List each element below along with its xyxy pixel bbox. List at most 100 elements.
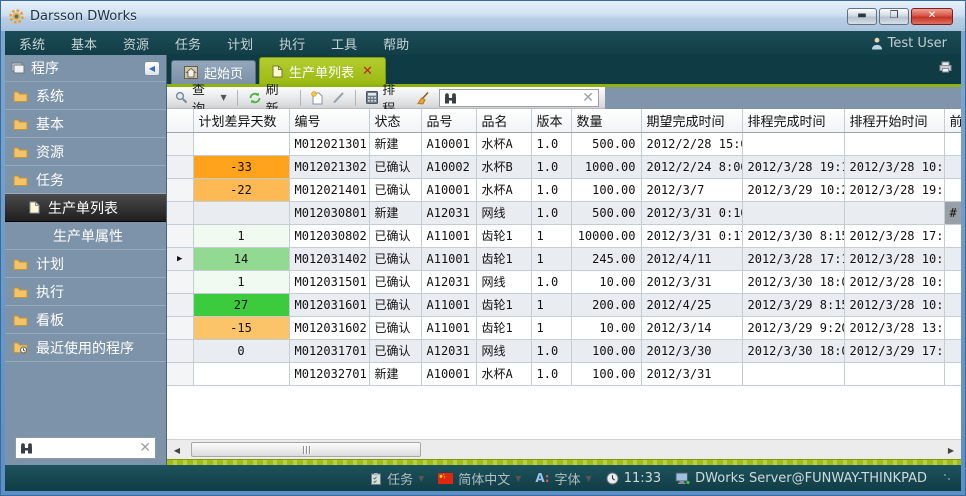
sidebar-search-box: ✕ bbox=[15, 437, 156, 459]
chevron-down-icon: ▼ bbox=[220, 93, 226, 102]
col-version[interactable]: 版本 bbox=[531, 109, 571, 132]
tab-close-icon[interactable]: ✕ bbox=[362, 64, 373, 79]
toolbar-divider bbox=[355, 90, 356, 106]
status-bar: 任务 ▼ 简体中文 ▼ A: 字体 ▼ 11:33 DWorks Server@… bbox=[5, 465, 961, 491]
new-button[interactable] bbox=[309, 91, 325, 105]
sidebar-item-kanban[interactable]: 看板 bbox=[5, 306, 166, 334]
status-server[interactable]: DWorks Server@FUNWAY-THINKPAD bbox=[675, 471, 927, 486]
col-sched-end-time[interactable]: 排程完成时间 bbox=[742, 109, 844, 132]
horizontal-scrollbar[interactable]: ◀ ▶ bbox=[167, 439, 961, 459]
menu-resource[interactable]: 资源 bbox=[123, 34, 149, 53]
toolbar-search-clear-icon[interactable]: ✕ bbox=[582, 91, 594, 105]
folder-icon bbox=[13, 146, 28, 158]
sidebar-item-resource[interactable]: 资源 bbox=[5, 138, 166, 166]
menu-task[interactable]: 任务 bbox=[175, 34, 201, 53]
scroll-right-icon[interactable]: ▶ bbox=[943, 442, 959, 458]
refresh-icon bbox=[248, 91, 262, 105]
printer-icon[interactable] bbox=[938, 61, 953, 73]
font-icon: A: bbox=[535, 471, 549, 485]
table-row-current[interactable]: ▶ 14 M012031402 已确认 A11001 齿轮1 1 245.00 … bbox=[167, 247, 961, 270]
folder-icon bbox=[13, 90, 28, 102]
folder-clock-icon bbox=[13, 341, 28, 354]
edit-button[interactable] bbox=[330, 91, 347, 104]
scroll-left-icon[interactable]: ◀ bbox=[169, 442, 185, 458]
sidebar-item-system[interactable]: 系统 bbox=[5, 82, 166, 110]
tab-production-order-list[interactable]: 生产单列表 ✕ bbox=[259, 57, 386, 84]
sidebar-item-production-order-list[interactable]: 生产单列表 bbox=[5, 194, 166, 222]
program-icon bbox=[11, 62, 25, 74]
sidebar-search-input[interactable] bbox=[37, 441, 135, 455]
restore-button[interactable]: ❐ bbox=[879, 8, 909, 25]
user-area[interactable]: Test User bbox=[871, 36, 947, 51]
status-font-menu[interactable]: A: 字体 ▼ bbox=[535, 469, 591, 488]
col-status[interactable]: 状态 bbox=[369, 109, 421, 132]
menu-plan[interactable]: 计划 bbox=[227, 34, 253, 53]
toolbar-divider bbox=[300, 90, 301, 106]
toolbar-search-input[interactable] bbox=[461, 91, 578, 105]
col-due-time[interactable]: 期望完成时间 bbox=[641, 109, 742, 132]
minimize-button[interactable]: ▬ bbox=[847, 8, 877, 25]
sidebar-item-production-order-props[interactable]: 生产单属性 bbox=[5, 222, 166, 250]
sidebar-search-clear-icon[interactable]: ✕ bbox=[139, 441, 151, 455]
col-clipped[interactable]: 前 bbox=[944, 109, 961, 132]
tab-home[interactable]: 起始页 bbox=[171, 60, 256, 84]
row-indicator-header bbox=[167, 109, 193, 132]
menu-execute[interactable]: 执行 bbox=[279, 34, 305, 53]
col-sched-start-time[interactable]: 排程开始时间 bbox=[844, 109, 944, 132]
clock-icon bbox=[606, 472, 619, 485]
sidebar: 程序 ◀ 系统 基本 资源 任务 生产单列表 bbox=[5, 55, 167, 465]
menu-bar: 系统 基本 资源 任务 计划 执行 工具 帮助 Test User bbox=[5, 31, 961, 55]
menu-help[interactable]: 帮助 bbox=[383, 34, 409, 53]
menu-system[interactable]: 系统 bbox=[19, 34, 45, 53]
col-item-no[interactable]: 品号 bbox=[421, 109, 476, 132]
table-row[interactable]: -15 M012031602 已确认 A11001 齿轮1 1 10.00 20… bbox=[167, 316, 961, 339]
table-row[interactable]: M012032701 新建 A10001 水杯A 1.0 100.00 2012… bbox=[167, 362, 961, 385]
tab-bar: 起始页 生产单列表 ✕ bbox=[167, 55, 961, 84]
sidebar-item-plan[interactable]: 计划 bbox=[5, 250, 166, 278]
status-time: 11:33 bbox=[624, 471, 661, 486]
status-clock: 11:33 bbox=[606, 471, 661, 486]
magnifier-icon bbox=[175, 91, 188, 104]
chevron-down-icon: ▼ bbox=[586, 474, 592, 483]
table-row[interactable]: -22 M012021401 已确认 A10001 水杯A 1.0 100.00… bbox=[167, 178, 961, 201]
table-row[interactable]: -33 M012021302 已确认 A10002 水杯B 1.0 1000.0… bbox=[167, 155, 961, 178]
col-order-no[interactable]: 编号 bbox=[289, 109, 369, 132]
col-qty[interactable]: 数量 bbox=[571, 109, 641, 132]
close-button[interactable]: ✕ bbox=[911, 8, 953, 25]
sidebar-header: 程序 ◀ bbox=[5, 55, 166, 82]
sidebar-item-basic[interactable]: 基本 bbox=[5, 110, 166, 138]
sidebar-item-execute[interactable]: 执行 bbox=[5, 278, 166, 306]
status-language-menu[interactable]: 简体中文 ▼ bbox=[438, 469, 521, 488]
table-row[interactable]: M012030801 新建 A12031 网线 1.0 500.00 2012/… bbox=[167, 201, 961, 224]
table-row[interactable]: 27 M012031601 已确认 A11001 齿轮1 1 200.00 20… bbox=[167, 293, 961, 316]
scrollbar-thumb[interactable] bbox=[191, 442, 421, 457]
table-row[interactable]: M012021301 新建 A10001 水杯A 1.0 500.00 2012… bbox=[167, 132, 961, 155]
document-icon bbox=[29, 201, 40, 214]
table-row[interactable]: 1 M012030802 已确认 A11001 齿轮1 1 10000.00 2… bbox=[167, 224, 961, 247]
current-row-indicator-icon: ▶ bbox=[177, 254, 182, 264]
clean-button[interactable] bbox=[414, 91, 432, 105]
title-bar: Darsson DWorks ▬ ❐ ✕ bbox=[1, 1, 965, 31]
pen-icon bbox=[332, 91, 345, 104]
resize-grip[interactable] bbox=[943, 473, 951, 483]
col-item-name[interactable]: 品名 bbox=[476, 109, 531, 132]
sidebar-item-recent-programs[interactable]: 最近使用的程序 bbox=[5, 334, 166, 362]
user-icon bbox=[871, 37, 883, 50]
table-row[interactable]: 1 M012031501 已确认 A12031 网线 1.0 10.00 201… bbox=[167, 270, 961, 293]
server-monitor-icon bbox=[675, 472, 690, 485]
table-row[interactable]: 0 M012031701 已确认 A12031 网线 1.0 100.00 20… bbox=[167, 339, 961, 362]
production-order-grid: 计划差异天数 编号 状态 品号 品名 版本 数量 期望完成时间 排程完成时间 排… bbox=[167, 109, 961, 439]
menu-basic[interactable]: 基本 bbox=[71, 34, 97, 53]
binoculars-icon bbox=[20, 442, 33, 454]
status-task-menu[interactable]: 任务 ▼ bbox=[370, 469, 424, 488]
folder-icon bbox=[13, 258, 28, 270]
window-title: Darsson DWorks bbox=[30, 9, 137, 24]
col-plan-diff-days[interactable]: 计划差异天数 bbox=[193, 109, 289, 132]
china-flag-icon bbox=[438, 473, 453, 484]
sidebar-item-task[interactable]: 任务 bbox=[5, 166, 166, 194]
toolbar-divider bbox=[237, 90, 238, 106]
toolbar-filler bbox=[605, 87, 961, 109]
collapse-sidebar-button[interactable]: ◀ bbox=[144, 61, 160, 76]
folder-icon bbox=[13, 286, 28, 298]
menu-tools[interactable]: 工具 bbox=[331, 34, 357, 53]
